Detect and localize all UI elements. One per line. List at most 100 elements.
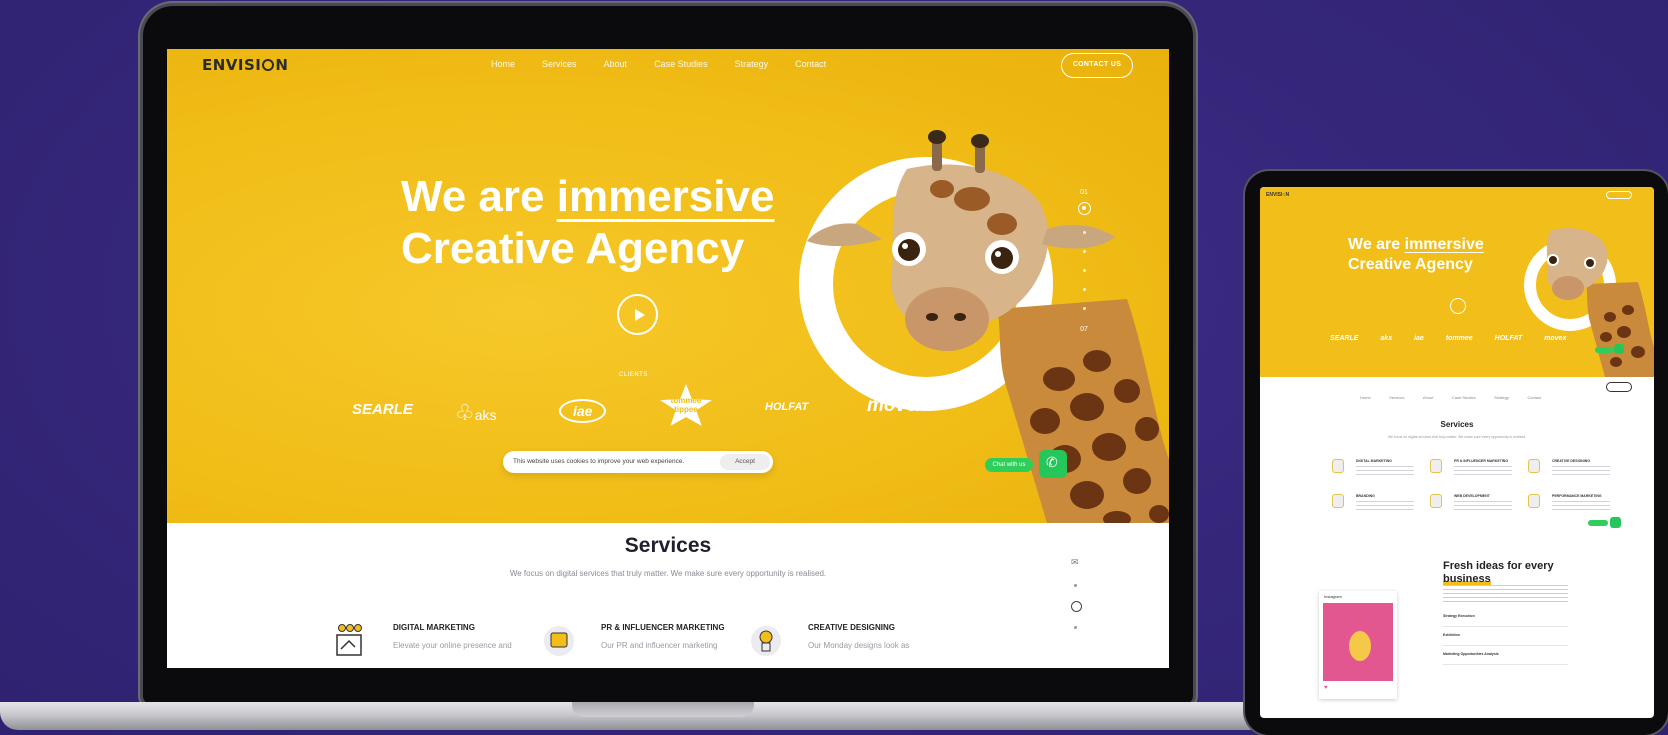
nav-services[interactable]: Services [542, 59, 577, 69]
nav-case-studies[interactable]: Case Studies [654, 59, 708, 69]
tablet-client-logo: SEARLE [1330, 335, 1359, 342]
tablet-client-logo: HOLFAT [1494, 335, 1523, 342]
tablet-nav-contact[interactable]: Contact [1527, 395, 1541, 400]
lightbulb-icon [751, 626, 781, 656]
logo-ring-icon [262, 59, 275, 71]
client-logo-aks: ♧aks [455, 400, 497, 425]
hero-section: ENVISI N Home Services About Case Studies… [167, 49, 1169, 523]
laptop-base [0, 702, 1313, 730]
slide-dot[interactable] [1082, 269, 1086, 272]
service-title: CREATIVE DESIGNING [808, 623, 895, 632]
headline-accent: immersive [556, 172, 775, 221]
service-desc: Elevate your online presence and [393, 641, 512, 650]
tablet-service-icon [1528, 494, 1540, 508]
accordion-item[interactable]: Exhibition [1443, 633, 1568, 646]
contact-us-button[interactable]: CONTACT US [1061, 53, 1133, 78]
hero-headline: We are immersive Creative Agency [401, 172, 775, 273]
tablet-nav-strategy[interactable]: Strategy [1494, 395, 1509, 400]
brand-logo[interactable]: ENVISI N [202, 56, 288, 74]
tablet-services-subtitle: We focus on digital services that truly … [1387, 435, 1527, 439]
tablet-services-title: Services [1440, 420, 1474, 429]
service-title: PR & INFLUENCER MARKETING [601, 623, 725, 632]
client-logo-tommee-tippee: tommee tippee [660, 384, 712, 426]
chat-with-us-button[interactable]: Chat with us [985, 458, 1033, 472]
service-desc: Our PR and influencer marketing [601, 641, 718, 650]
heart-icon[interactable]: ♥ [1324, 685, 1328, 691]
tablet-screen: ENVISI○N We are immersive Creative Agenc… [1260, 187, 1654, 718]
slide-dot[interactable] [1082, 231, 1086, 234]
tablet-nav-services[interactable]: Services [1389, 395, 1404, 400]
tablet-play-button[interactable] [1450, 298, 1466, 314]
tablet-contact-button[interactable] [1606, 191, 1632, 199]
slide-dot[interactable] [1082, 307, 1086, 310]
cookie-banner: This website uses cookies to improve you… [503, 451, 773, 473]
tablet-client-logos: SEARLE aks iae tommee HOLFAT movex [1330, 335, 1566, 342]
side-toolbar: ✉ [1071, 557, 1082, 629]
laptop-notch [572, 702, 754, 717]
post-header: Instagram [1324, 594, 1342, 599]
service-title: DIGITAL MARKETING [393, 623, 475, 632]
tablet-service-icon [1430, 494, 1442, 508]
nav-contact[interactable]: Contact [795, 59, 826, 69]
main-nav: Home Services About Case Studies Strateg… [491, 59, 853, 69]
tablet-nav-case-studies[interactable]: Case Studies [1452, 395, 1476, 400]
tablet-nav-about[interactable]: About [1423, 395, 1433, 400]
tablet-nav-home[interactable]: Home [1360, 395, 1371, 400]
cookie-text: This website uses cookies to improve you… [513, 458, 685, 465]
tablet-hero: ENVISI○N We are immersive Creative Agenc… [1260, 187, 1654, 377]
client-logo-searle: SEARLE [352, 401, 413, 418]
tablet-service-icon [1332, 494, 1344, 508]
pr-influencer-icon [544, 626, 574, 656]
tablet-sticky-nav: Home Services About Case Studies Strateg… [1260, 377, 1654, 400]
tablet-hero-whatsapp-icon[interactable] [1614, 344, 1624, 354]
services-subtitle: We focus on digital services that truly … [509, 569, 827, 578]
slide-first-number: 01 [1080, 189, 1088, 196]
client-logo-holfat: HOLFAT [765, 401, 809, 413]
tablet-client-logo: tommee [1445, 335, 1473, 342]
instagram-post-card[interactable]: Instagram ♥ [1319, 591, 1397, 699]
giraffe-image [807, 130, 1169, 523]
play-video-button[interactable] [617, 294, 658, 335]
nav-strategy[interactable]: Strategy [735, 59, 769, 69]
post-image [1323, 603, 1393, 681]
tablet-giraffe-image [1546, 228, 1654, 377]
tablet-client-logo: aks [1380, 335, 1393, 342]
slide-last-number: 07 [1080, 326, 1088, 333]
accordion-item[interactable]: Marketing Opportunities Analysis [1443, 652, 1568, 665]
slide-dot-active[interactable] [1077, 202, 1091, 215]
side-dot-active[interactable] [1071, 601, 1082, 612]
tablet-chat-button[interactable] [1588, 520, 1608, 526]
tablet-logo[interactable]: ENVISI○N [1266, 192, 1289, 198]
accordion-item[interactable]: Strategy Execution [1443, 614, 1568, 627]
side-dot[interactable] [1074, 584, 1077, 587]
tablet-service-icon [1430, 459, 1442, 473]
laptop-screen: ENVISI N Home Services About Case Studies… [167, 49, 1169, 668]
tablet-service-icon [1528, 459, 1540, 473]
side-dot[interactable] [1074, 626, 1077, 629]
client-logo-iae: iae [559, 399, 607, 423]
slide-dot[interactable] [1082, 250, 1086, 253]
client-logo-movex: movex [867, 395, 928, 416]
slide-dot[interactable] [1082, 288, 1086, 291]
cookie-accept-button[interactable]: Accept [720, 454, 770, 470]
nav-home[interactable]: Home [491, 59, 515, 69]
tablet-nav-contact-button[interactable] [1606, 382, 1632, 392]
slide-pagination: 01 07 [1077, 189, 1091, 333]
egg-graphic [1349, 631, 1371, 661]
whatsapp-icon[interactable] [1039, 450, 1067, 478]
fresh-ideas-paragraph [1443, 585, 1568, 605]
fresh-ideas-heading: Fresh ideas for every business [1443, 560, 1554, 585]
tablet-whatsapp-icon[interactable] [1610, 517, 1621, 528]
service-desc: Our Monday designs look as [808, 641, 910, 650]
services-title: Services [624, 534, 712, 557]
tablet-client-logo: movex [1544, 335, 1567, 342]
nav-about[interactable]: About [604, 59, 628, 69]
digital-marketing-icon [336, 624, 362, 656]
services-section: Services We focus on digital services th… [167, 523, 1169, 668]
tablet-hero-chat-button[interactable] [1595, 347, 1613, 353]
side-mail-icon[interactable]: ✉ [1071, 557, 1082, 568]
tablet-headline: We are immersive Creative Agency [1348, 236, 1484, 273]
tablet-service-icon [1332, 459, 1344, 473]
clients-label: CLIENTS [619, 372, 648, 378]
tablet-client-logo: iae [1414, 335, 1424, 342]
